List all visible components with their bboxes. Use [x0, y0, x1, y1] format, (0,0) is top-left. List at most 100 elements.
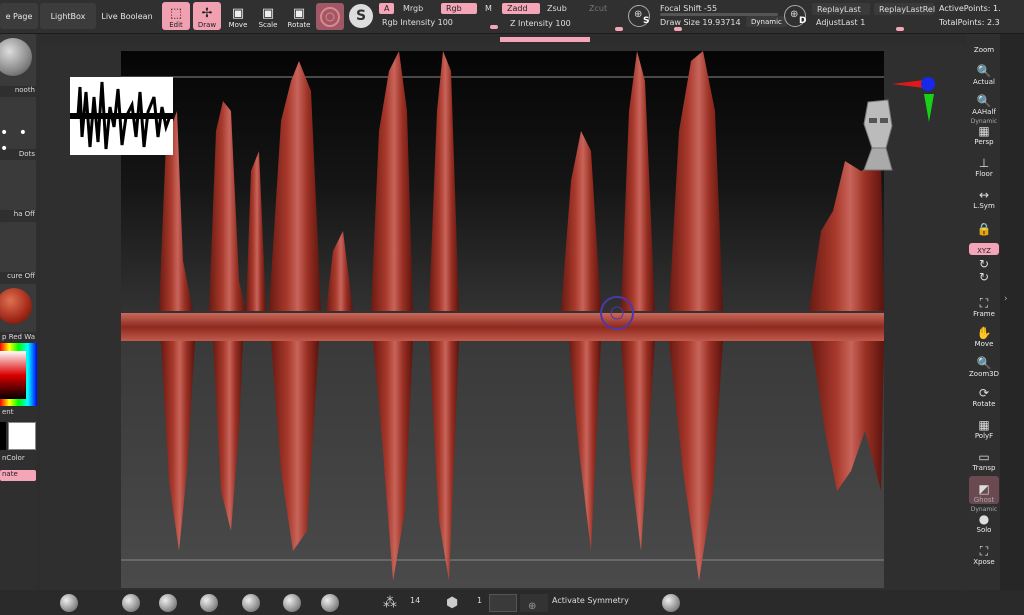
rotate-axis-buttons[interactable]: ↻ ↻: [969, 256, 999, 284]
head-navigator[interactable]: [860, 96, 896, 172]
ghost-button[interactable]: ◩ Ghost: [969, 476, 999, 504]
scale-label: Scale: [258, 21, 278, 29]
move-tool-button[interactable]: ▣ Move: [224, 2, 252, 30]
rgb-intensity-slider[interactable]: Rgb Intensity 100: [378, 16, 498, 28]
xyz-button[interactable]: XYZ: [969, 243, 999, 255]
edit-tool-button[interactable]: ⬚ Edit: [162, 2, 190, 30]
transp-button[interactable]: ▭ Transp: [969, 444, 999, 472]
floor-button[interactable]: ⊥ Floor: [969, 150, 999, 178]
material-label: p Red Wa: [2, 333, 35, 341]
brush-slot-icon[interactable]: [242, 594, 260, 612]
color-picker[interactable]: [0, 343, 37, 406]
bottom-shelf: ⁂ 14 ⬢ 1 ⊕ Activate Symmetry: [0, 590, 1024, 615]
xpose-button[interactable]: ⛶ Xpose: [969, 538, 999, 566]
rgb-button[interactable]: Rgb: [441, 3, 477, 14]
mrgb-button[interactable]: Mrgb: [398, 3, 428, 14]
spotlight-button[interactable]: S: [349, 4, 373, 28]
hand-icon: ✋: [976, 326, 992, 340]
rotate-z-icon: ↻: [978, 270, 990, 284]
activate-symmetry-button[interactable]: Activate Symmetry: [552, 596, 629, 605]
color-field[interactable]: [0, 351, 26, 399]
lsym-label: L.Sym: [973, 202, 995, 210]
rotate-icon: ▣: [292, 6, 306, 21]
adjust-last-slider[interactable]: AdjustLast 1: [812, 16, 922, 28]
rotate-y-icon: ↻: [978, 257, 990, 271]
draw-size-knob[interactable]: [674, 27, 682, 31]
d-indicator[interactable]: ⊕ D: [784, 5, 806, 27]
replay-last-button[interactable]: ReplayLast: [812, 3, 870, 15]
material-button[interactable]: [0, 284, 36, 332]
adjust-last-value: 1: [860, 17, 866, 27]
rotate-tool-button[interactable]: ▣ Rotate: [285, 2, 313, 30]
actual-button[interactable]: 🔍 Actual: [969, 58, 999, 86]
move-view-button[interactable]: ✋ Move: [969, 320, 999, 348]
lock-button[interactable]: 🔒: [969, 212, 999, 236]
a-channel-button[interactable]: A: [379, 3, 395, 14]
gradient-label: ent: [2, 408, 14, 416]
ghost-label: Ghost: [973, 496, 995, 504]
grid-toggle-button[interactable]: [489, 594, 517, 612]
texture-button[interactable]: [0, 222, 36, 272]
brush-slot-icon[interactable]: [60, 594, 78, 612]
lightbox-button[interactable]: LightBox: [40, 3, 96, 29]
cube-icon[interactable]: ⬢: [446, 595, 458, 611]
draw-size-slider[interactable]: Draw Size 19.93714: [656, 16, 746, 28]
xyz-label: XYZ: [977, 247, 991, 255]
polyf-button[interactable]: ▦ PolyF: [969, 412, 999, 440]
aahalf-button[interactable]: 🔍 AAHalf: [969, 88, 999, 116]
canvas-scroll-indicator[interactable]: [500, 37, 590, 42]
secondary-color-swatch[interactable]: [0, 422, 6, 450]
solo-button[interactable]: Dynamic ● Solo: [969, 506, 999, 534]
brush-slot-icon[interactable]: [122, 594, 140, 612]
alternate-button[interactable]: nate: [0, 470, 36, 481]
expand-tray-icon[interactable]: ›: [1004, 294, 1008, 304]
scale-tool-button[interactable]: ▣ Scale: [254, 2, 282, 30]
dynamic-button[interactable]: Dynamic: [746, 16, 787, 27]
draw-tool-button[interactable]: ✢ Draw: [193, 2, 221, 30]
rotate-view-button[interactable]: ⟳ Rotate: [969, 380, 999, 408]
brush-slot-icon[interactable]: [321, 594, 339, 612]
symmetry-icon-button[interactable]: ⊕: [520, 594, 548, 612]
frame-label: Frame: [973, 310, 995, 318]
xpose-label: Xpose: [973, 558, 995, 566]
3d-viewport[interactable]: [121, 51, 884, 588]
material-slot-icon[interactable]: [662, 594, 680, 612]
stroke-button[interactable]: • • •: [0, 97, 36, 157]
adjust-last-knob[interactable]: [896, 27, 904, 31]
zoom3d-button[interactable]: 🔍 Zoom3D: [969, 350, 999, 378]
zbrush-window: e Page LightBox Live Boolean ⬚ Edit ✢ Dr…: [0, 0, 1024, 615]
gizmo-icon: [320, 6, 340, 27]
rgb-intensity-knob[interactable]: [490, 25, 498, 29]
frame-button[interactable]: ⛶ Frame: [969, 290, 999, 318]
zcut-button[interactable]: Zcut: [584, 3, 612, 14]
brush-slot-icon[interactable]: [283, 594, 301, 612]
brush-slot-icon[interactable]: [200, 594, 218, 612]
lsym-button[interactable]: ↔ L.Sym: [969, 182, 999, 210]
xpose-icon: ⛶: [979, 544, 989, 558]
zadd-button[interactable]: Zadd: [502, 3, 540, 14]
smooth-label: nooth: [14, 86, 35, 94]
zoom-button[interactable]: Zoom: [969, 34, 999, 54]
alpha-button[interactable]: [0, 160, 36, 210]
actual-label: Actual: [973, 78, 995, 86]
z-intensity-knob[interactable]: [615, 27, 623, 31]
brush-slot-icon[interactable]: [159, 594, 177, 612]
zsub-button[interactable]: Zsub: [542, 3, 572, 14]
main-color-swatch[interactable]: [8, 422, 36, 450]
replay-last-rel-button[interactable]: ReplayLastRel: [874, 3, 935, 15]
s-indicator[interactable]: ⊕ S: [628, 5, 650, 27]
z-intensity-label: Z Intensity: [510, 18, 553, 28]
smooth-brush-button[interactable]: [0, 34, 36, 86]
live-boolean-button[interactable]: Live Boolean: [99, 3, 155, 29]
m-button[interactable]: M: [480, 3, 497, 14]
page-button[interactable]: e Page: [0, 3, 38, 29]
polyf-label: PolyF: [974, 432, 994, 440]
rotate-view-icon: ⟳: [978, 386, 990, 400]
persp-button[interactable]: Dynamic ▦ Persp: [969, 118, 999, 146]
switch-color-label[interactable]: nColor: [0, 454, 37, 462]
z-intensity-slider[interactable]: Z Intensity 100: [506, 17, 626, 29]
gizmo-button[interactable]: [316, 3, 344, 30]
crosshair-icon: ⊕: [528, 601, 537, 612]
focal-shift-label: Focal Shift: [660, 3, 702, 13]
spheres-icon[interactable]: ⁂: [383, 595, 397, 611]
